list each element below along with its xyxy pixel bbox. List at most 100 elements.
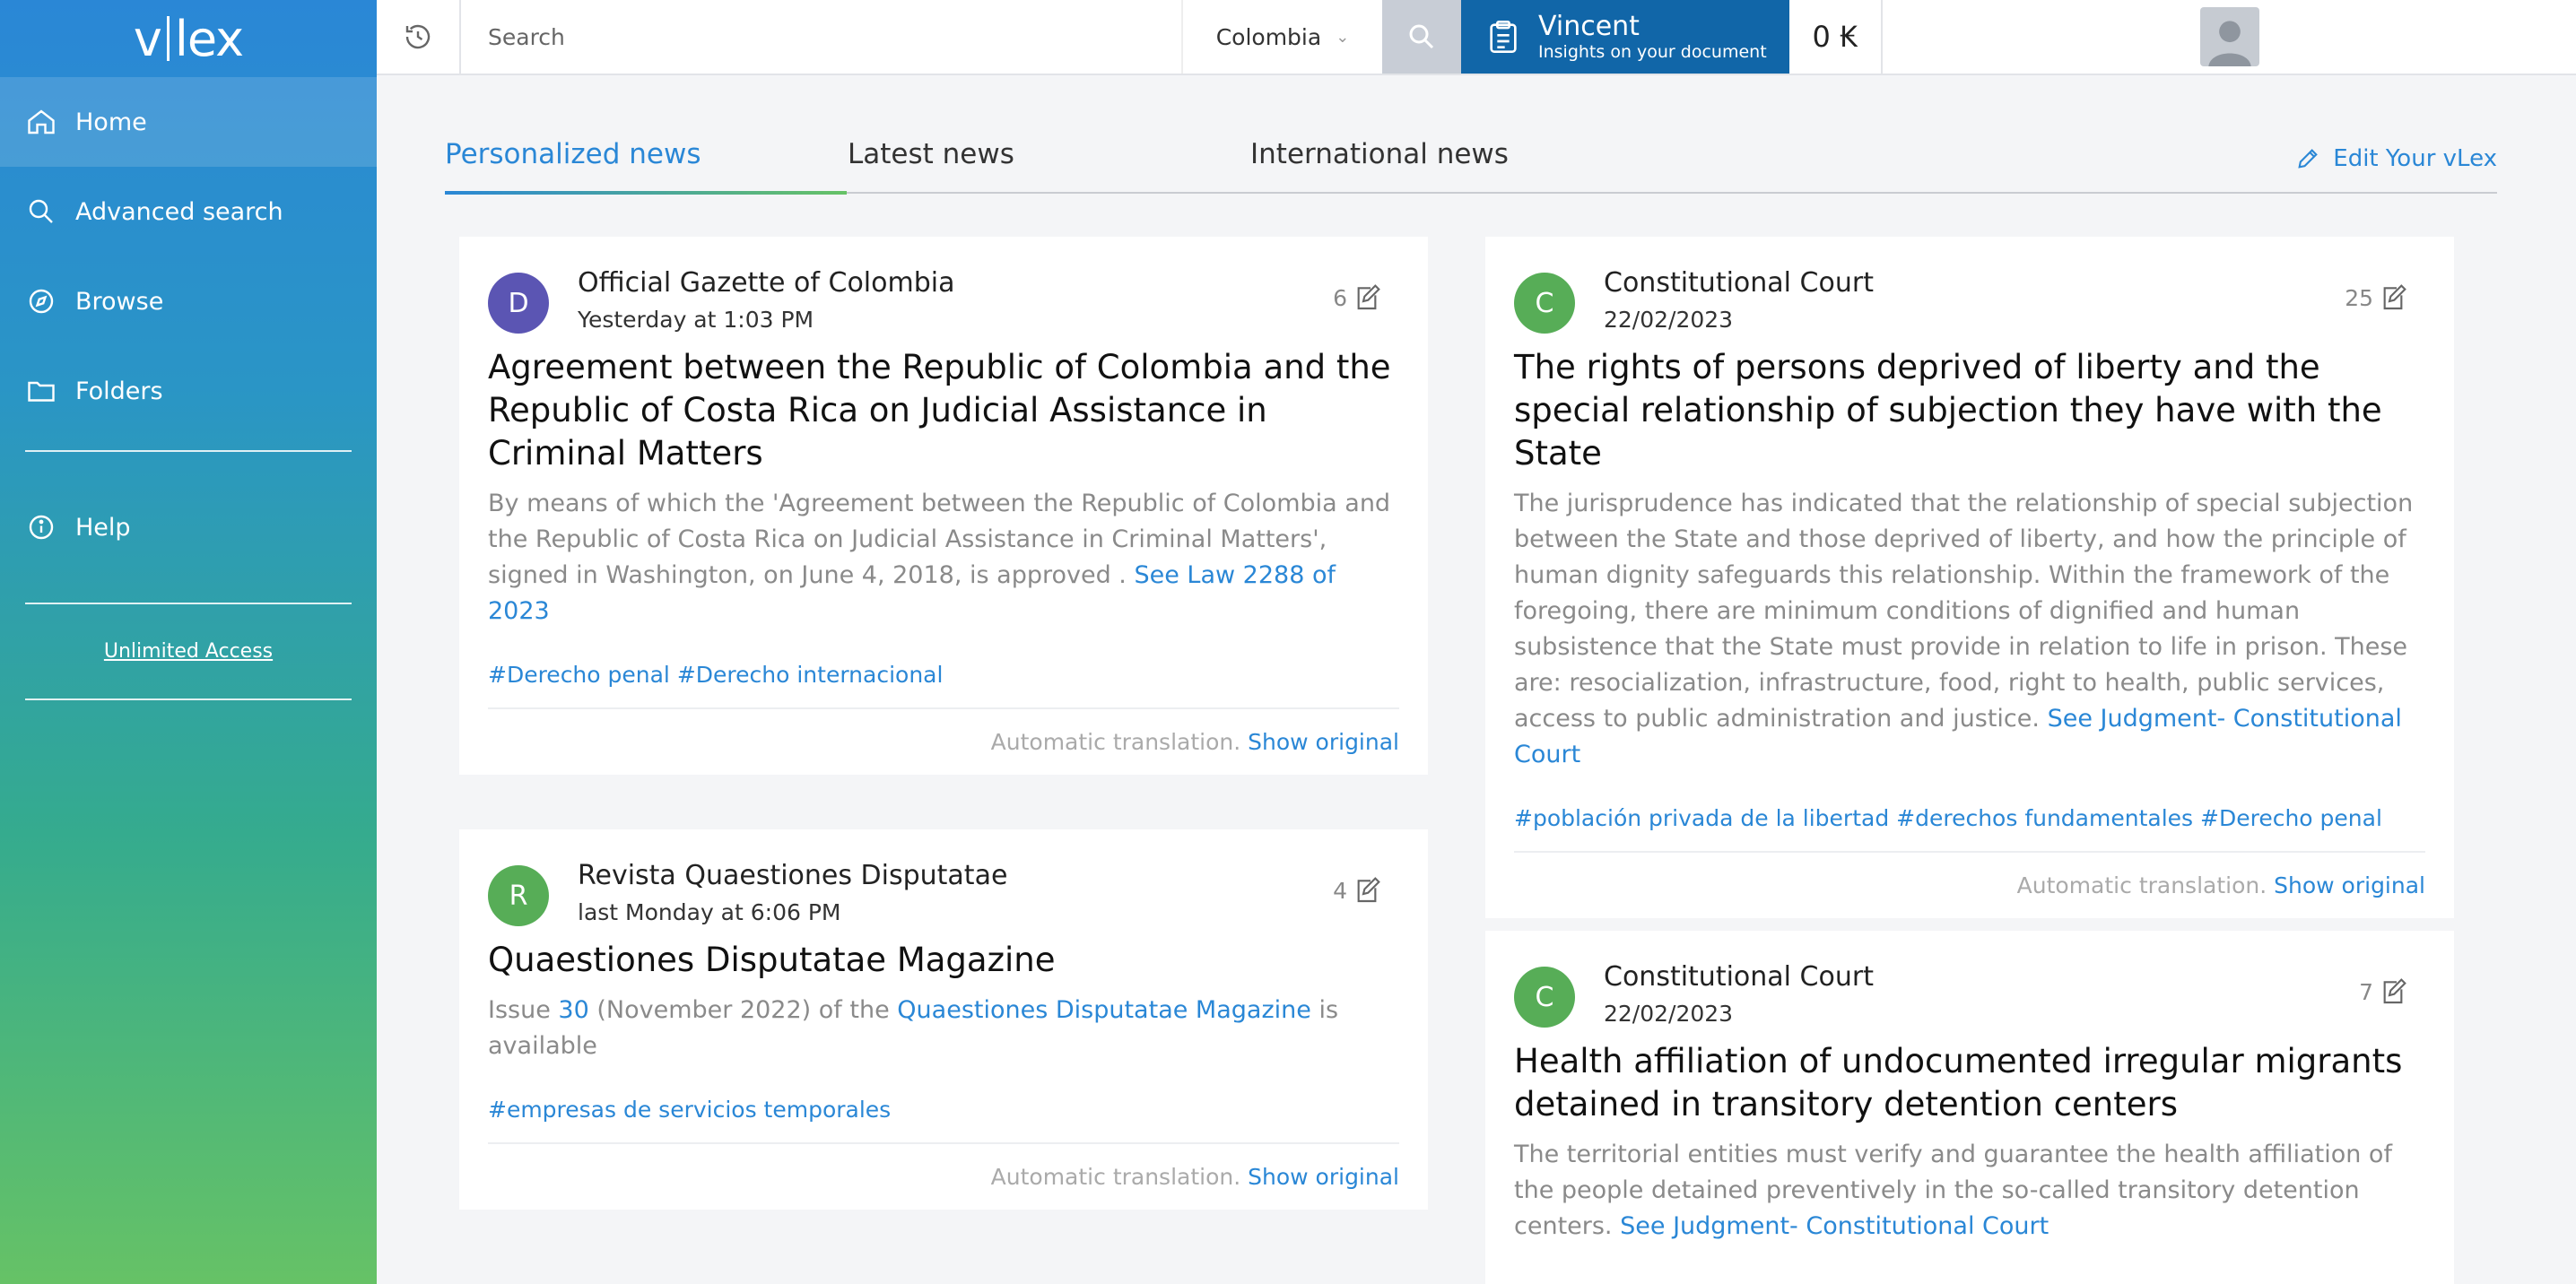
user-icon (2207, 21, 2251, 66)
news-summary: The territorial entities must verify and… (1514, 1137, 2425, 1245)
credits-counter[interactable]: 0 ₭ (1789, 0, 1883, 74)
note-count-button[interactable]: 6 (1333, 283, 1381, 312)
tag-list: #empresas de servicios temporales (488, 1097, 1399, 1144)
country-select[interactable]: Colombia ⌄ (1181, 0, 1382, 74)
news-tabs: Personalized news Latest news Internatio… (445, 134, 2497, 195)
compass-icon (29, 289, 54, 314)
translation-footer: Automatic translation. Show original (1514, 853, 2425, 918)
source-badge: C (1514, 273, 1575, 334)
show-original-link[interactable]: Show original (2274, 872, 2425, 898)
news-card: D Official Gazette of Colombia Yesterday… (459, 237, 1428, 775)
note-count: 6 (1333, 284, 1347, 311)
issue-link[interactable]: 30 (558, 996, 588, 1024)
sidebar-item-label: Browse (75, 287, 164, 316)
info-icon (29, 515, 54, 540)
pencil-icon (2298, 149, 2319, 169)
history-icon (405, 24, 431, 49)
tab-international-news[interactable]: International news (1250, 138, 1509, 170)
home-icon (28, 109, 55, 134)
source-name[interactable]: Revista Quaestiones Disputatae (578, 860, 1007, 891)
news-card: C Constitutional Court 22/02/2023 7 Heal… (1485, 931, 2454, 1284)
news-card: C Constitutional Court 22/02/2023 25 The… (1485, 237, 2454, 918)
top-bar: Colombia ⌄ Vincent Insights on your docu… (377, 0, 2576, 75)
note-count: 25 (2345, 284, 2373, 311)
search-button[interactable] (1382, 0, 1461, 74)
note-count-button[interactable]: 25 (2345, 283, 2407, 312)
news-title[interactable]: Health affiliation of undocumented irreg… (1514, 1040, 2425, 1126)
vincent-subtitle: Insights on your document (1538, 42, 1767, 62)
news-title[interactable]: Agreement between the Republic of Colomb… (488, 346, 1399, 475)
user-avatar[interactable] (1883, 0, 2576, 74)
source-name[interactable]: Constitutional Court (1604, 961, 1874, 993)
note-edit-icon (1357, 284, 1380, 310)
sidebar-divider (25, 450, 352, 452)
sidebar-item-help[interactable]: Help (0, 482, 377, 572)
news-card: R Revista Quaestiones Disputatae last Mo… (459, 829, 1428, 1210)
news-title[interactable]: Quaestiones Disputatae Magazine (488, 939, 1399, 982)
vlex-logo[interactable]: v lex (0, 0, 377, 77)
tag-list: #población privada de la libertad #derec… (1514, 805, 2425, 853)
publish-date: Yesterday at 1:03 PM (578, 307, 814, 333)
country-value: Colombia (1215, 23, 1322, 50)
active-tab-indicator (445, 191, 847, 195)
edit-your-vlex-label: Edit Your vLex (2333, 145, 2497, 172)
source-name[interactable]: Constitutional Court (1604, 267, 1874, 299)
unlimited-access-link[interactable]: Unlimited Access (0, 604, 377, 698)
sidebar-item-label: Home (75, 108, 147, 136)
news-summary: The jurisprudence has indicated that the… (1514, 486, 2425, 773)
magazine-link[interactable]: Quaestiones Disputatae Magazine (897, 996, 1311, 1024)
tab-latest-news[interactable]: Latest news (848, 138, 1014, 170)
publish-date: 22/02/2023 (1604, 1001, 1734, 1027)
news-title[interactable]: The rights of persons deprived of libert… (1514, 346, 2425, 475)
sidebar-item-advanced-search[interactable]: Advanced search (0, 167, 377, 256)
logo-lex: lex (174, 10, 244, 67)
see-document-link[interactable]: See Judgment- Constitutional Court (1620, 1212, 2049, 1240)
tag-link[interactable]: #empresas de servicios temporales (488, 1097, 891, 1123)
translation-note: Automatic translation. (990, 729, 1241, 755)
vincent-title: Vincent (1538, 11, 1640, 42)
publish-date: last Monday at 6:06 PM (578, 899, 841, 925)
sidebar-item-browse[interactable]: Browse (0, 256, 377, 346)
summary-text: The jurisprudence has indicated that the… (1514, 490, 2414, 733)
summary-text: (November 2022) of the (596, 996, 890, 1024)
news-summary: Issue 30 (November 2022) of the Quaestio… (488, 993, 1399, 1064)
tab-personalized-news[interactable]: Personalized news (445, 138, 701, 170)
tag-link[interactable]: #derechos fundamentales (1896, 805, 2193, 831)
sidebar: v lex Home Advanced search Browse Folders… (0, 0, 377, 1284)
sidebar-divider (25, 698, 352, 700)
news-summary: By means of which the 'Agreement between… (488, 486, 1399, 629)
logo-divider (166, 16, 170, 61)
vincent-button[interactable]: Vincent Insights on your document (1461, 0, 1789, 74)
show-original-link[interactable]: Show original (1248, 1164, 1399, 1190)
show-original-link[interactable]: Show original (1248, 729, 1399, 755)
note-count: 4 (1333, 877, 1347, 904)
tag-link[interactable]: #Derecho penal (488, 662, 670, 688)
tag-link[interactable]: #población privada de la libertad (1514, 805, 1889, 831)
note-count-button[interactable]: 4 (1333, 876, 1381, 905)
tag-link[interactable]: #Derecho internacional (677, 662, 944, 688)
summary-text: Issue (488, 996, 551, 1024)
search-icon (29, 199, 53, 223)
sidebar-item-label: Help (75, 513, 131, 542)
clipboard-icon (1490, 21, 1517, 54)
sidebar-item-folders[interactable]: Folders (0, 346, 377, 436)
translation-footer: Automatic translation. Show original (488, 1144, 1399, 1210)
folder-icon (28, 381, 55, 402)
logo-v: v (133, 10, 162, 67)
translation-footer: Automatic translation. Show original (488, 709, 1399, 775)
chevron-down-icon: ⌄ (1336, 27, 1350, 47)
source-name[interactable]: Official Gazette of Colombia (578, 267, 954, 299)
tag-link[interactable]: #Derecho penal (2200, 805, 2382, 831)
search-icon (1409, 24, 1434, 49)
sidebar-item-home[interactable]: Home (0, 77, 377, 167)
sidebar-item-label: Advanced search (75, 197, 283, 226)
tag-list: #Derecho penal #Derecho internacional (488, 662, 1399, 709)
note-edit-icon (2383, 284, 2406, 310)
edit-your-vlex-link[interactable]: Edit Your vLex (2295, 145, 2497, 172)
note-count-button[interactable]: 7 (2359, 977, 2407, 1006)
note-edit-icon (2383, 978, 2406, 1004)
search-input[interactable] (461, 0, 1181, 74)
translation-note: Automatic translation. (2016, 872, 2267, 898)
source-badge: C (1514, 967, 1575, 1028)
history-button[interactable] (377, 0, 461, 74)
